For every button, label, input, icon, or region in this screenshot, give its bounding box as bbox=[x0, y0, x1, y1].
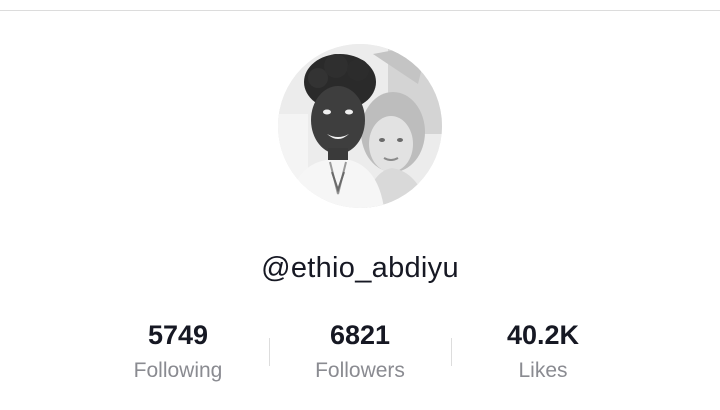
likes-stat[interactable]: 40.2K Likes bbox=[453, 318, 633, 384]
likes-count: 40.2K bbox=[506, 320, 580, 350]
avatar-photo bbox=[278, 44, 442, 208]
followers-label: Followers bbox=[315, 359, 405, 382]
following-count: 5749 bbox=[147, 320, 209, 350]
following-label: Following bbox=[133, 359, 223, 382]
header-divider bbox=[0, 10, 720, 11]
username: @ethio_abdiyu bbox=[261, 252, 459, 284]
following-stat[interactable]: 5749 Following bbox=[88, 318, 268, 384]
likes-label: Likes bbox=[518, 359, 568, 382]
followers-count: 6821 bbox=[329, 320, 391, 350]
avatar[interactable] bbox=[278, 44, 442, 208]
followers-stat[interactable]: 6821 Followers bbox=[270, 318, 450, 384]
stat-divider bbox=[451, 338, 452, 366]
